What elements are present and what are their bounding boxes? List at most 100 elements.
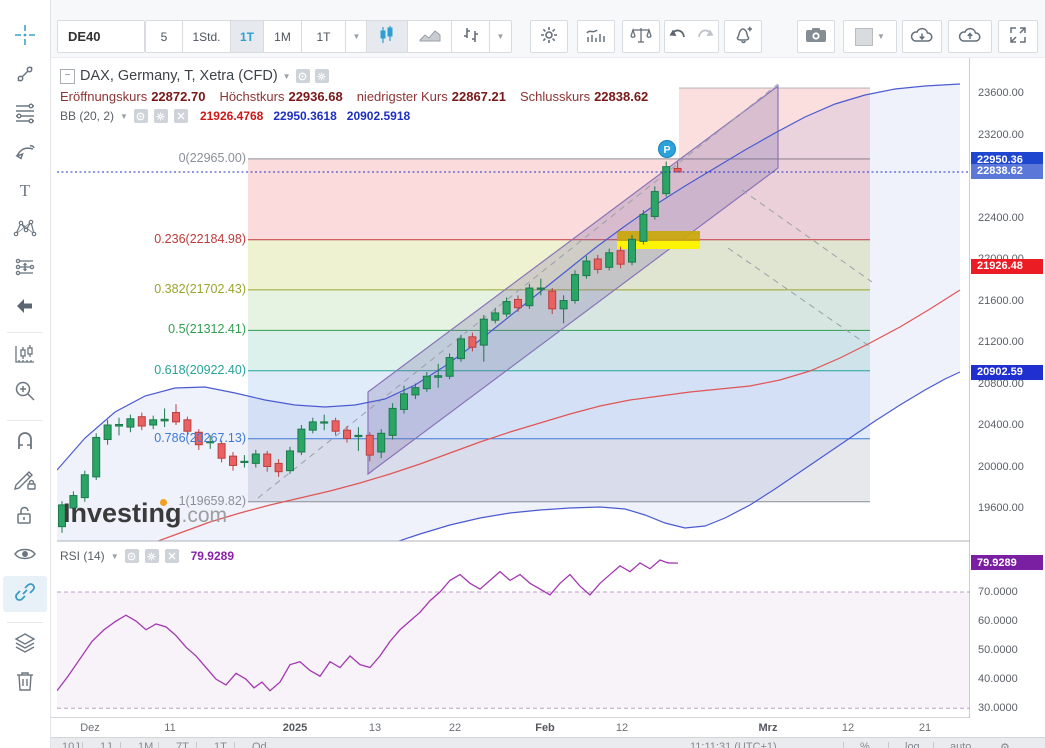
crosshair-tool[interactable] [3, 19, 47, 55]
axis-settings-gear-icon[interactable]: ⚙ [1000, 741, 1010, 748]
rsi-value: 79.9289 [191, 549, 234, 563]
trading-chart-app: { "toolbar": { "symbol": "DE40", "interv… [0, 0, 1045, 748]
range-preset-1T[interactable]: 1T [214, 741, 227, 748]
range-preset-10J[interactable]: 10J [62, 741, 80, 748]
trash-tool[interactable] [3, 665, 47, 701]
price-tick: 19600.00 [978, 502, 1024, 514]
candle [138, 417, 145, 426]
hide-drawings-tool[interactable] [3, 538, 47, 574]
chevron-down-icon: ▼ [877, 32, 885, 41]
save-chart-button[interactable] [948, 20, 992, 53]
undo-button[interactable] [664, 20, 692, 53]
interval-button-5[interactable]: 5 [145, 20, 183, 53]
candle [640, 214, 647, 241]
unlock-tool[interactable] [3, 500, 47, 536]
bar-replay-tool[interactable] [3, 338, 47, 374]
close-icon[interactable] [165, 549, 179, 563]
scales-icon [630, 26, 652, 47]
candle [503, 302, 510, 314]
candle [480, 319, 487, 345]
range-preset-7T[interactable]: 7T [176, 741, 189, 748]
candles-icon [377, 25, 397, 48]
candle [173, 413, 180, 422]
candle [344, 430, 351, 438]
range-preset-1M[interactable]: 1M [138, 741, 153, 748]
interval-button-1T[interactable]: 1T [302, 20, 346, 53]
chevron-down-icon[interactable]: ▼ [111, 552, 119, 561]
xabcd-pattern-tool[interactable] [3, 212, 47, 248]
separator: | [157, 741, 160, 748]
range-preset-Od[interactable]: Od [252, 741, 267, 748]
time-tick: 2025 [283, 722, 307, 734]
ohlc-bars-type-button[interactable] [452, 20, 490, 53]
price-badge: 22838.62 [971, 164, 1043, 179]
ohlc-value: 22936.68 [288, 89, 342, 104]
load-chart-button[interactable] [902, 20, 942, 53]
background-button[interactable]: ▼ [843, 20, 897, 53]
chevron-down-icon[interactable]: ▼ [283, 72, 291, 81]
text-icon: T [13, 178, 37, 207]
drawing-lock-tool[interactable] [3, 463, 47, 499]
zoom-in-tool[interactable] [3, 375, 47, 411]
candle [298, 429, 305, 452]
camera-icon [805, 26, 827, 47]
scale-toggle-log[interactable]: log [905, 741, 920, 748]
ohlc-values: Eröffnungskurs22872.70Höchstkurs22936.68… [60, 89, 648, 104]
redo-button[interactable] [691, 20, 719, 53]
symbol-input[interactable]: DE40 [57, 20, 145, 53]
magnet-tool[interactable] [3, 425, 47, 461]
time-axis[interactable]: Dez1120251322Feb12Mrz1221 [50, 718, 970, 737]
fib-lines-tool[interactable] [3, 97, 47, 133]
back-arrow-tool[interactable] [3, 290, 47, 326]
interval-button-1M[interactable]: 1M [264, 20, 302, 53]
ohlc-label: Höchstkurs [219, 89, 284, 104]
visibility-icon[interactable] [134, 109, 148, 123]
scale-toggle-%[interactable]: % [860, 741, 870, 748]
price-axis[interactable]: 23600.0023200.0022800.0022400.0022000.00… [970, 57, 1045, 718]
candle [401, 394, 408, 410]
settings-mini-icon[interactable] [154, 109, 168, 123]
rsi-name: RSI (14) [60, 549, 105, 563]
separator: | [932, 741, 935, 748]
gear-icon [539, 25, 559, 48]
crosshair-icon [13, 23, 37, 52]
ohlc-label: niedrigster Kurs [357, 89, 448, 104]
forecast-tool[interactable] [3, 251, 47, 287]
interval-more-button[interactable]: ▼ [346, 20, 368, 53]
fullscreen-button[interactable] [998, 20, 1038, 53]
area-chart-type-button[interactable] [408, 20, 452, 53]
trend-line-tool[interactable] [3, 58, 47, 94]
link-tool[interactable] [3, 576, 47, 612]
indicators-button[interactable] [577, 20, 615, 53]
rsi-pane[interactable] [57, 560, 970, 708]
range-preset-1J[interactable]: 1J [100, 741, 112, 748]
snapshot-button[interactable] [797, 20, 835, 53]
candles-type-button[interactable] [366, 20, 408, 53]
sidebar-divider [7, 622, 43, 623]
separator: | [842, 741, 845, 748]
interval-button-1T[interactable]: 1T [231, 20, 264, 53]
chart-type-more-button[interactable]: ▼ [490, 20, 512, 53]
interval-button-1Std.[interactable]: 1Std. [183, 20, 231, 53]
price-tick: 21200.00 [978, 336, 1024, 348]
close-icon[interactable] [174, 109, 188, 123]
scale-toggle-auto[interactable]: auto [950, 741, 971, 748]
candle [606, 253, 613, 268]
settings-mini-icon[interactable] [315, 69, 329, 83]
fib-level-label: 0.786(20267.13) [56, 431, 246, 445]
alert-button[interactable] [724, 20, 762, 53]
settings-button[interactable] [530, 20, 568, 53]
candle [264, 454, 271, 466]
visibility-icon[interactable] [125, 549, 139, 563]
magnet-icon [13, 429, 37, 458]
layers-tool[interactable] [3, 627, 47, 663]
bar-replay-icon [13, 342, 37, 371]
visibility-icon[interactable] [296, 69, 310, 83]
text-tool[interactable]: T [3, 174, 47, 210]
compare-button[interactable] [622, 20, 660, 53]
brush-tool[interactable] [3, 136, 47, 172]
candle [161, 419, 168, 421]
settings-mini-icon[interactable] [145, 549, 159, 563]
chevron-down-icon[interactable]: ▼ [120, 112, 128, 121]
collapse-icon[interactable]: − [60, 69, 75, 84]
